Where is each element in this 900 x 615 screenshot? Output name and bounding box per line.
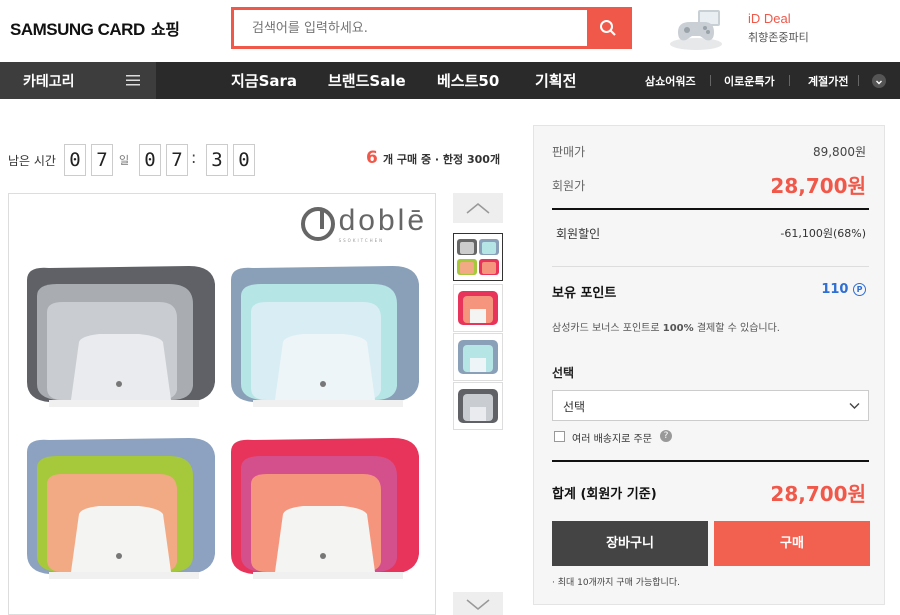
search-box	[231, 7, 632, 49]
thumb-image	[458, 340, 498, 374]
member-price-label: 회원가	[552, 179, 586, 193]
limit-note: · 최대 10개까지 구매 가능합니다.	[552, 578, 680, 588]
buy-count-number: 6	[366, 148, 378, 168]
thumb-image	[458, 389, 498, 423]
promo-link[interactable]: iD Deal 취향존중파티	[748, 11, 809, 45]
option-select[interactable]: 선택	[552, 390, 869, 421]
point-note-suffix: 결제할 수 있습니다.	[696, 323, 780, 334]
sale-price-row: 판매가 89,800원	[552, 143, 866, 160]
nav-item-special-price[interactable]: 이로운특가	[724, 73, 775, 89]
thumbnail-2[interactable]	[453, 284, 503, 332]
timer-hour-digit: 0	[139, 144, 161, 176]
multi-ship-checkbox[interactable]	[554, 431, 565, 442]
sale-price-value: 89,800원	[812, 145, 866, 159]
timer-minute-digit: 3	[206, 144, 228, 176]
discount-value: -61,100원(68%)	[780, 227, 866, 240]
thumbnail-1[interactable]	[453, 233, 503, 281]
nav-divider	[858, 75, 859, 86]
thumbnail-4[interactable]	[453, 382, 503, 430]
category-label: 카테고리	[23, 74, 75, 90]
timer-day-unit: 일	[119, 154, 130, 167]
search-input[interactable]	[234, 10, 588, 46]
hamburger-icon	[126, 75, 140, 86]
promo-title: iD Deal	[748, 11, 791, 26]
chevron-up-icon	[466, 203, 490, 214]
discount-label: 회원할인	[556, 227, 601, 241]
cutting-board-set-lime	[27, 438, 215, 579]
buy-button[interactable]: 구매	[714, 521, 870, 566]
product-main-image[interactable]: doblē SSOKITCHEN	[8, 193, 436, 615]
point-note-prefix: 삼성카드 보너스 포인트로	[552, 323, 660, 334]
point-label: 보유 포인트	[552, 286, 617, 301]
option-label: 선택	[552, 366, 575, 380]
game-controller-icon[interactable]	[668, 4, 724, 52]
logo-suffix: 쇼핑	[150, 20, 180, 39]
cart-button[interactable]: 장바구니	[552, 521, 708, 566]
timer-label: 남은 시간	[8, 154, 56, 168]
cutting-board-set-pink	[231, 438, 419, 579]
main-nav: 카테고리 지금Sara 브랜드Sale 베스트50 기획전 삼쇼어워즈 이로운특…	[0, 62, 900, 99]
point-note-pct: 100%	[662, 323, 694, 334]
category-menu-button[interactable]: 카테고리	[0, 62, 156, 99]
thumb-prev-button[interactable]	[453, 193, 503, 223]
brand-subtext: SSOKITCHEN	[338, 238, 385, 243]
nav-more-button[interactable]	[872, 74, 886, 88]
point-value: 110	[821, 282, 849, 297]
brand-logo: doblē SSOKITCHEN	[300, 204, 427, 243]
timer-separator: :	[191, 148, 197, 167]
nav-divider	[710, 75, 711, 86]
thumbnail-3[interactable]	[453, 333, 503, 381]
buy-count-text: 개 구매 중 · 한정 300개	[382, 153, 501, 166]
multi-ship-label: 여러 배송지로 주문	[572, 434, 652, 445]
search-icon	[600, 20, 616, 36]
divider	[552, 460, 869, 462]
total-label: 합계 (회원가 기준)	[552, 487, 657, 502]
search-button[interactable]	[587, 10, 629, 46]
chevron-down-icon	[876, 80, 882, 85]
timer-day-digit: 7	[91, 144, 113, 176]
nav-item-seasonal[interactable]: 계절가전	[808, 73, 848, 89]
brand-name: doblē	[338, 204, 427, 237]
total-value: 28,700원	[770, 482, 866, 506]
nav-item-now-sara[interactable]: 지금Sara	[231, 70, 297, 91]
nav-item-best50[interactable]: 베스트50	[437, 70, 499, 91]
nav-item-awards[interactable]: 삼쇼어워즈	[645, 73, 696, 89]
divider	[552, 208, 869, 210]
discount-row: 회원할인 -61,100원(68%)	[556, 225, 866, 242]
cutting-board-set-mint	[231, 266, 419, 407]
chevron-down-icon	[466, 598, 490, 610]
chevron-down-icon	[849, 403, 860, 409]
purchase-panel: 판매가 89,800원 회원가 28,700원 회원할인 -61,100원(68…	[533, 125, 885, 605]
nav-item-exhibition[interactable]: 기획전	[535, 70, 576, 91]
sale-price-label: 판매가	[552, 145, 586, 159]
divider	[552, 266, 869, 267]
thumb-image	[457, 239, 499, 275]
member-price-value: 28,700원	[770, 174, 866, 198]
timer-minute-digit: 0	[233, 144, 255, 176]
buy-count: 6 개 구매 중 · 한정 300개	[366, 148, 500, 168]
thumb-next-button[interactable]	[453, 592, 503, 615]
brand-d-icon	[300, 206, 335, 241]
logo[interactable]: SAMSUNG CARD 쇼핑	[10, 16, 180, 40]
logo-text: SAMSUNG CARD	[10, 20, 145, 39]
point-icon: P	[853, 283, 866, 296]
timer-hour-digit: 7	[166, 144, 188, 176]
option-select-value: 선택	[563, 400, 586, 414]
cutting-board-set-gray	[27, 266, 215, 407]
timer-day-digit: 0	[64, 144, 86, 176]
thumb-image	[458, 291, 498, 325]
point-row: 보유 포인트 110 P	[552, 282, 866, 301]
header: SAMSUNG CARD 쇼핑 iD Deal 취향존중파티	[0, 0, 900, 62]
promo-subtitle: 취향존중파티	[748, 31, 809, 44]
help-icon[interactable]: ?	[660, 430, 672, 442]
point-note: 삼성카드 보너스 포인트로 100% 결제할 수 있습니다.	[552, 319, 866, 334]
nav-divider	[789, 75, 790, 86]
nav-item-brand-sale[interactable]: 브랜드Sale	[328, 70, 406, 91]
